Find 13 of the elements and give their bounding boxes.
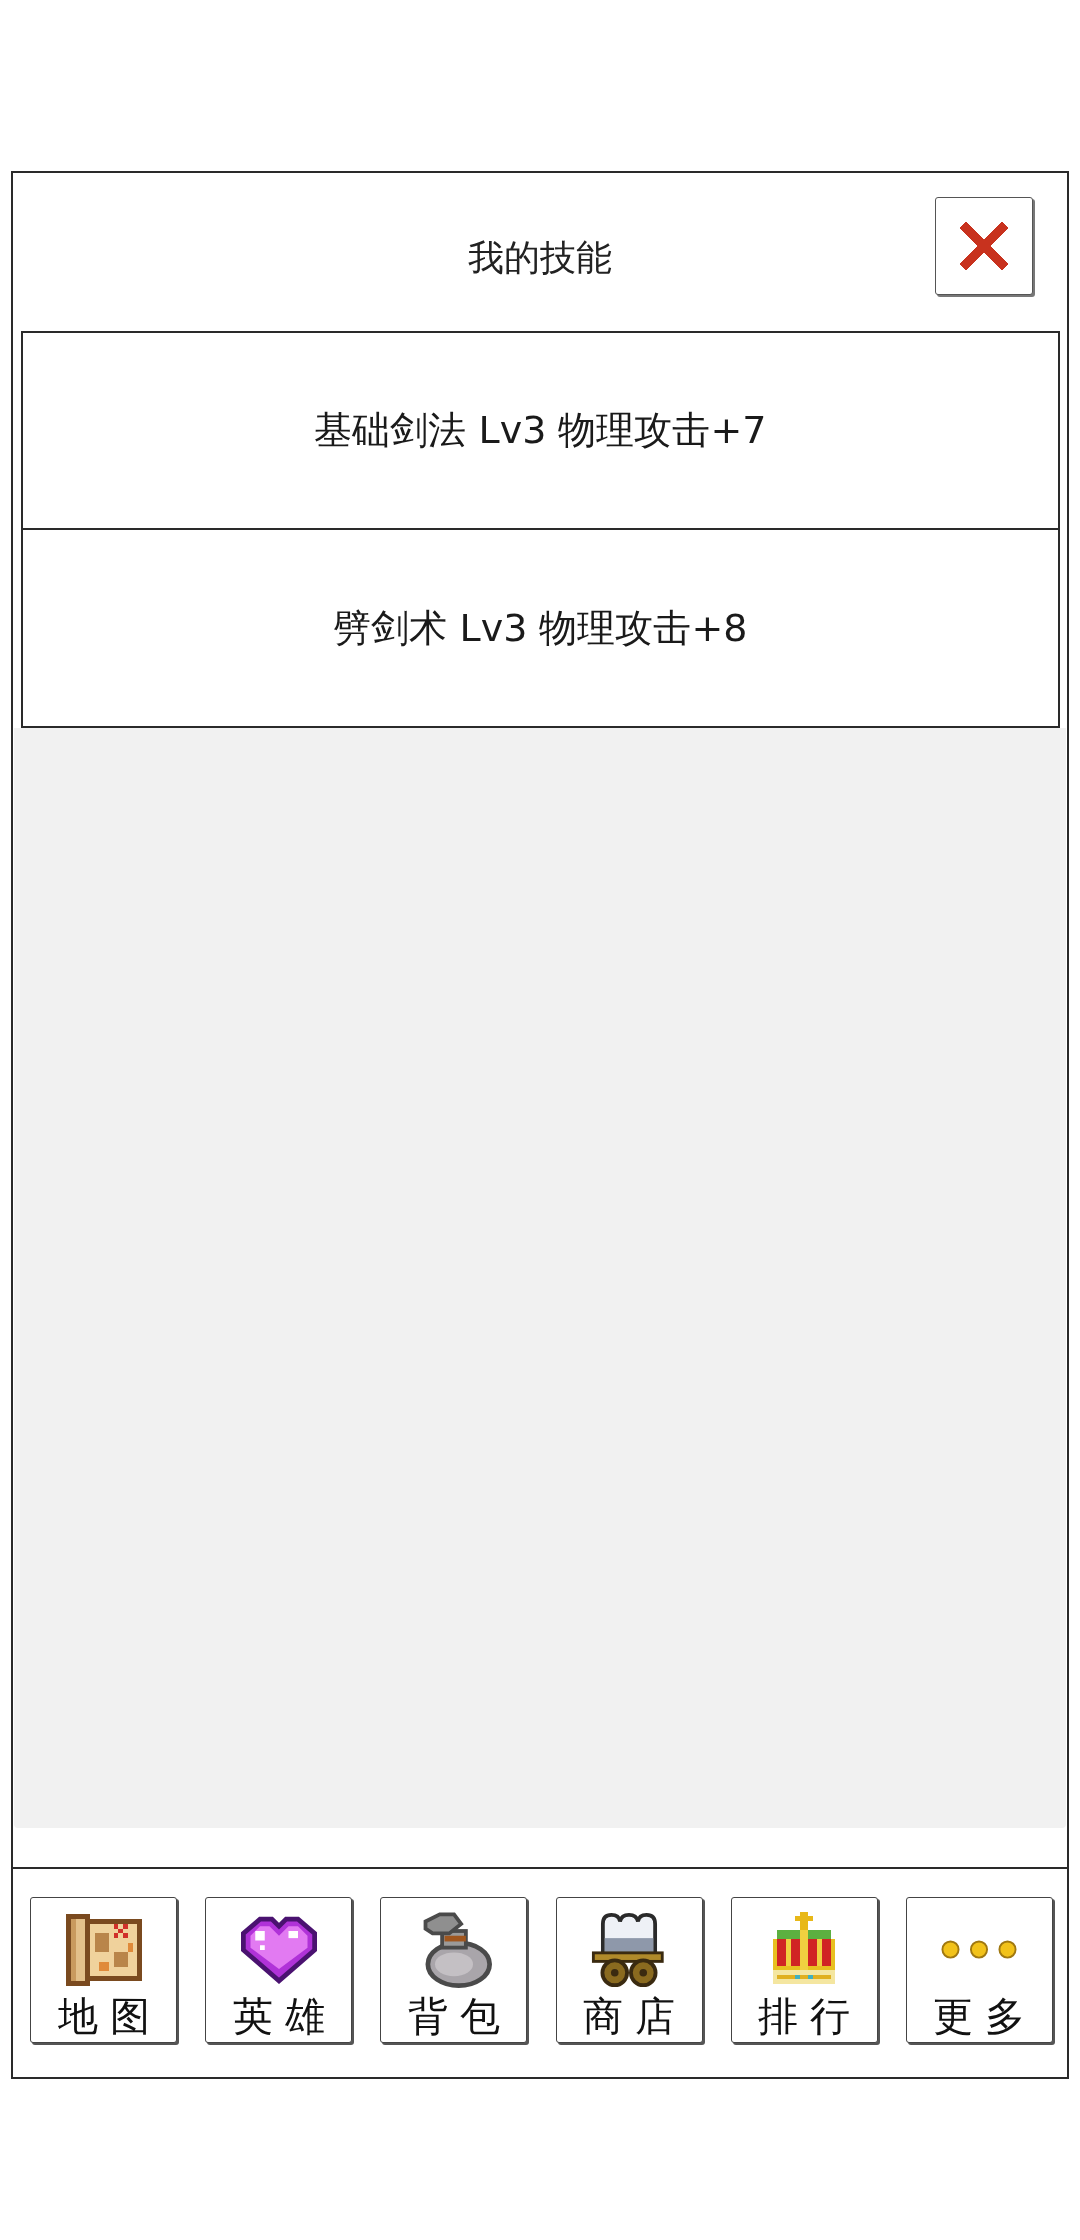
close-icon [959,221,1009,271]
nav-button[interactable]: 英雄 [205,1897,353,2043]
map-scroll-icon [65,1912,142,1988]
nav-button[interactable]: 背包 [380,1897,528,2043]
nav-button[interactable]: 排行 [730,1897,878,2043]
more-icon [941,1940,1018,1959]
dialog-title: 我的技能 [468,235,612,280]
close-button[interactable] [935,197,1033,295]
skill-row[interactable]: 基础剑法 Lv3 物理攻击+7 [21,331,1060,530]
nav-button[interactable]: 地图 [30,1897,177,2043]
nav-button[interactable]: 更多 [905,1897,1053,2043]
skill-row[interactable]: 劈剑术 Lv3 物理攻击+8 [21,530,1060,728]
nav-button[interactable]: 商店 [555,1897,703,2043]
